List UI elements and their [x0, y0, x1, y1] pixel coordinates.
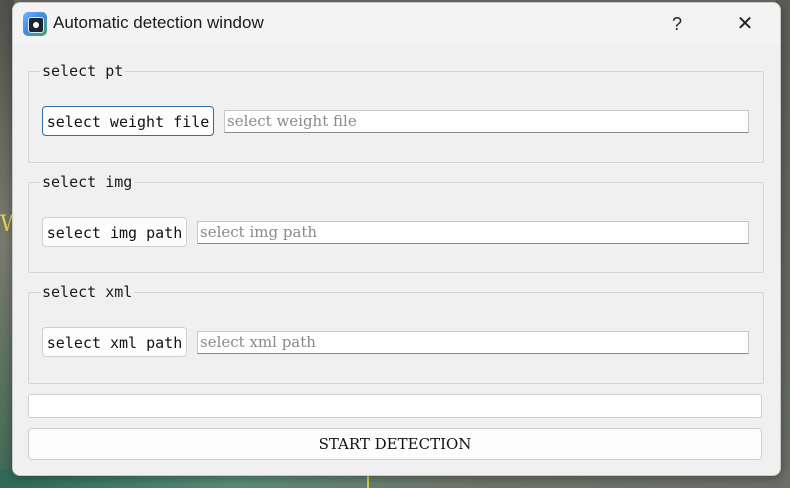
select-img-path-button[interactable]: select img path — [42, 217, 187, 247]
group-select-xml: select xml select xml path select xml pa… — [28, 283, 764, 384]
app-icon — [23, 12, 47, 36]
group-select-img: select img select img path select img pa… — [28, 173, 764, 273]
group-select-pt: select pt select weight file select weig… — [28, 62, 764, 163]
weight-file-input[interactable]: select weight file — [224, 110, 749, 133]
detection-dialog: Automatic detection window ? ✕ select pt… — [12, 2, 781, 476]
help-button[interactable]: ? — [659, 9, 695, 39]
status-output-field — [28, 394, 762, 418]
img-path-input[interactable]: select img path — [197, 221, 749, 244]
select-xml-path-button[interactable]: select xml path — [42, 327, 187, 357]
start-detection-button[interactable]: START DETECTION — [28, 428, 762, 460]
close-button[interactable]: ✕ — [727, 9, 763, 39]
group-title-select-img: select img — [40, 173, 135, 191]
group-title-select-pt: select pt — [40, 62, 126, 80]
select-weight-file-button[interactable]: select weight file — [42, 106, 214, 136]
window-title: Automatic detection window — [53, 13, 264, 32]
xml-path-input[interactable]: select xml path — [197, 331, 749, 354]
group-title-select-xml: select xml — [40, 283, 135, 301]
title-bar[interactable]: Automatic detection window ? ✕ — [13, 3, 780, 45]
